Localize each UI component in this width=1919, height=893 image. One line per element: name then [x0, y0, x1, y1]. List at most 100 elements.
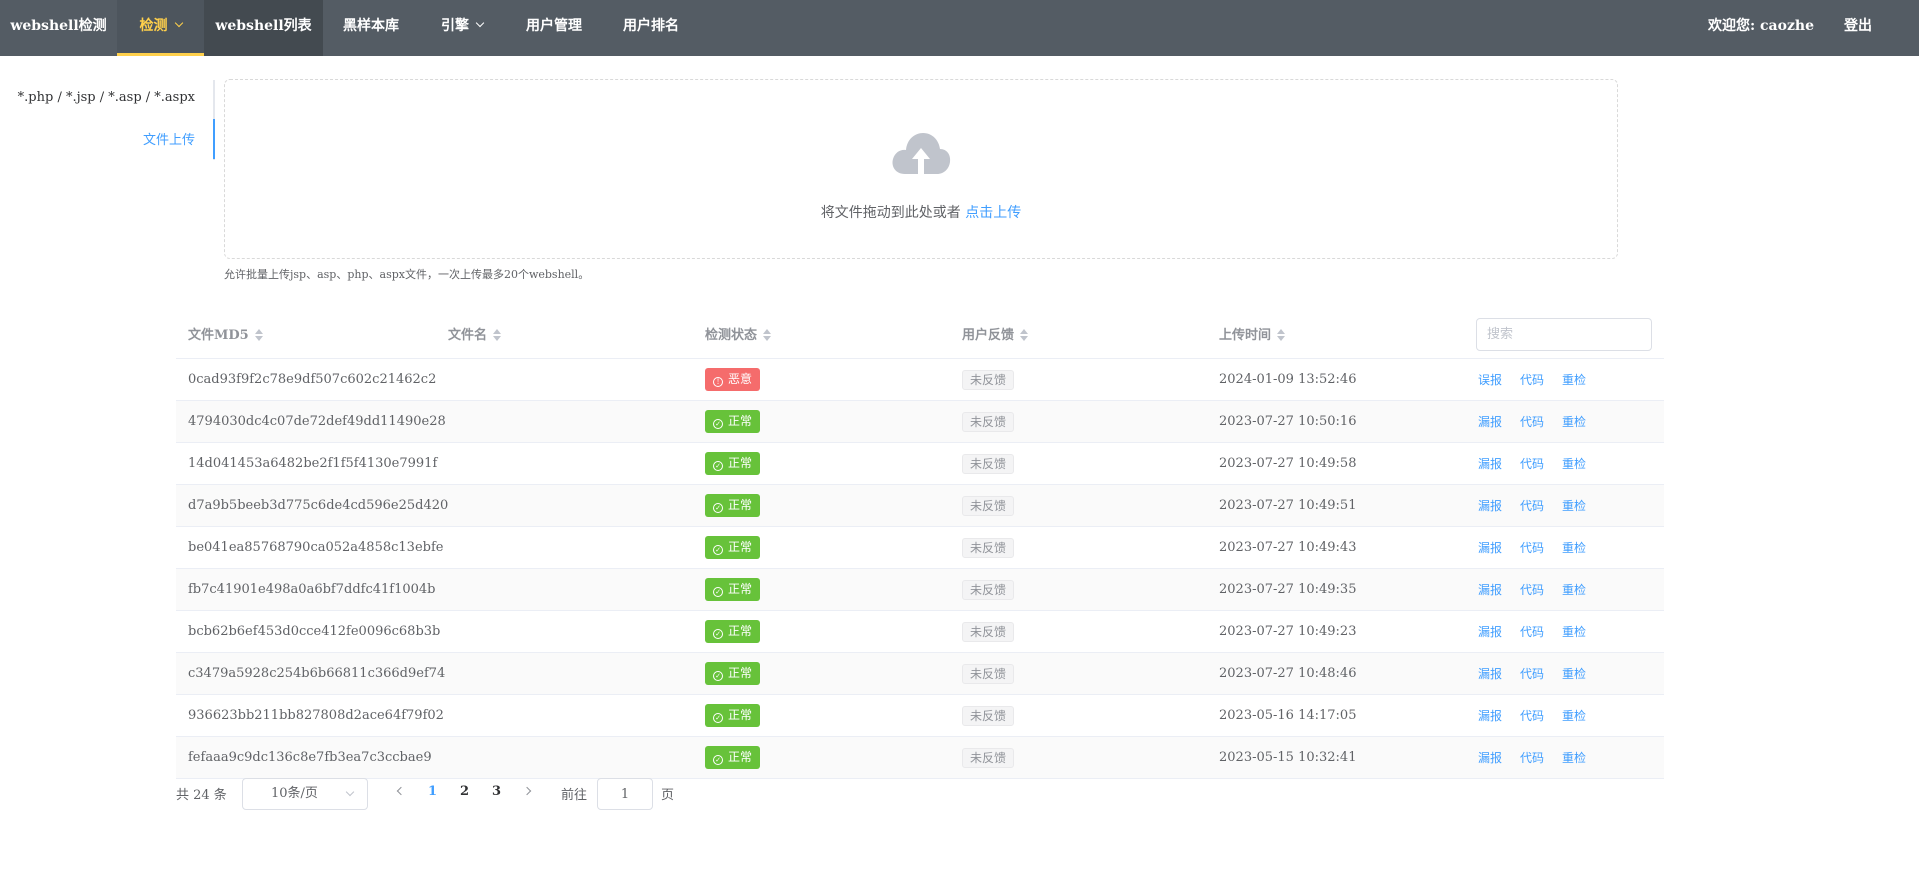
sort-icon[interactable]: [1020, 328, 1029, 341]
report-button[interactable]: 漏报: [1478, 611, 1502, 653]
page-size-select[interactable]: 10条/页: [242, 778, 368, 810]
cell-upload-time: 2023-07-27 10:49:58: [1219, 456, 1357, 471]
recheck-button[interactable]: 重检: [1562, 527, 1586, 569]
header-label: 文件MD5: [188, 328, 249, 343]
nav-item-label: webshell检测: [10, 18, 107, 34]
nav-item-detect[interactable]: 检测: [117, 0, 204, 56]
nav-item-user-management[interactable]: 用户管理: [505, 0, 603, 56]
status-badge: ✓ 正常: [705, 746, 761, 769]
click-upload-link[interactable]: 点击上传: [965, 205, 1021, 221]
code-button[interactable]: 代码: [1520, 443, 1544, 485]
status-label: 正常: [728, 708, 753, 722]
nav-item-user-ranking[interactable]: 用户排名: [603, 0, 699, 56]
status-label: 正常: [728, 456, 753, 470]
search-input[interactable]: [1476, 318, 1652, 351]
column-header-status[interactable]: 检测状态: [705, 324, 772, 343]
code-button[interactable]: 代码: [1520, 653, 1544, 695]
code-button[interactable]: 代码: [1520, 401, 1544, 443]
status-label: 正常: [728, 666, 753, 680]
column-header-filename[interactable]: 文件名: [448, 324, 502, 343]
sort-icon[interactable]: [1277, 328, 1286, 341]
cell-upload-time: 2023-05-15 10:32:41: [1219, 750, 1357, 765]
recheck-button[interactable]: 重检: [1562, 569, 1586, 611]
feedback-badge: 未反馈: [962, 454, 1015, 474]
status-badge: ✓ 正常: [705, 452, 761, 475]
check-circle-icon: ✓: [713, 545, 723, 555]
welcome-label: 欢迎您: caozhe: [1707, 18, 1814, 34]
cell-upload-time: 2023-07-27 10:49:35: [1219, 582, 1357, 597]
upload-instructions: 将文件拖动到此处或者 点击上传: [225, 202, 1617, 222]
nav-item-engine[interactable]: 引擎: [419, 0, 505, 56]
page-number-3[interactable]: 3: [492, 784, 501, 799]
page-number-1[interactable]: 1: [428, 784, 437, 799]
column-header-feedback[interactable]: 用户反馈: [962, 324, 1029, 343]
code-button[interactable]: 代码: [1520, 527, 1544, 569]
recheck-button[interactable]: 重检: [1562, 401, 1586, 443]
check-circle-icon: ✓: [713, 461, 723, 471]
sort-icon[interactable]: [763, 328, 772, 341]
recheck-button[interactable]: 重检: [1562, 359, 1586, 401]
table-row: bcb62b6ef453d0cce412fe0096c68b3b ✓ 正常 未反馈 20…: [176, 611, 1664, 653]
code-button[interactable]: 代码: [1520, 359, 1544, 401]
chevron-down-icon: [345, 787, 355, 797]
report-button[interactable]: 漏报: [1478, 485, 1502, 527]
nav-item-black-samples[interactable]: 黑样本库: [323, 0, 419, 56]
side-tab-file-upload[interactable]: 文件上传: [143, 129, 195, 148]
cell-md5: 0cad93f9f2c78e9df507c602c21462c2: [188, 372, 437, 387]
status-label: 正常: [728, 624, 753, 638]
nav-item-webshell-list[interactable]: webshell列表: [204, 0, 323, 56]
feedback-badge: 未反馈: [962, 664, 1015, 684]
feedback-badge: 未反馈: [962, 538, 1015, 558]
report-button[interactable]: 漏报: [1478, 695, 1502, 737]
nav-item-webshell-detect[interactable]: webshell检测: [0, 0, 117, 56]
cloud-upload-icon: [892, 133, 951, 174]
column-header-md5[interactable]: 文件MD5: [188, 324, 263, 343]
code-button[interactable]: 代码: [1520, 695, 1544, 737]
cell-md5: d7a9b5beeb3d775c6de4cd596e25d420: [188, 498, 449, 513]
code-button[interactable]: 代码: [1520, 485, 1544, 527]
status-label: 正常: [728, 582, 753, 596]
table-row: 14d041453a6482be2f1f5f4130e7991f ✓ 正常 未反馈 20…: [176, 443, 1664, 485]
report-button[interactable]: 漏报: [1478, 401, 1502, 443]
cell-upload-time: 2023-07-27 10:48:46: [1219, 666, 1357, 681]
cell-md5: c3479a5928c254b6b66811c366d9ef74: [188, 666, 446, 681]
goto-unit-label: 页: [661, 788, 675, 803]
next-page-icon[interactable]: [522, 786, 532, 796]
status-badge: ✓ 正常: [705, 620, 761, 643]
cell-md5: bcb62b6ef453d0cce412fe0096c68b3b: [188, 624, 441, 639]
table-row: 0cad93f9f2c78e9df507c602c21462c2! 恶意 未反馈 20…: [176, 359, 1664, 401]
feedback-badge: 未反馈: [962, 706, 1015, 726]
report-button[interactable]: 漏报: [1478, 569, 1502, 611]
prev-page-icon[interactable]: [396, 786, 406, 796]
recheck-button[interactable]: 重检: [1562, 695, 1586, 737]
nav-item-label: 黑样本库: [343, 18, 399, 34]
check-circle-icon: ✓: [713, 629, 723, 639]
sort-icon[interactable]: [493, 328, 502, 341]
feedback-badge: 未反馈: [962, 580, 1015, 600]
report-button[interactable]: 误报: [1478, 359, 1502, 401]
cell-upload-time: 2023-05-16 14:17:05: [1219, 708, 1357, 723]
recheck-button[interactable]: 重检: [1562, 611, 1586, 653]
column-header-upload-time[interactable]: 上传时间: [1219, 324, 1286, 343]
report-button[interactable]: 漏报: [1478, 443, 1502, 485]
report-button[interactable]: 漏报: [1478, 737, 1502, 779]
goto-page-input[interactable]: [597, 778, 653, 810]
side-tab-file-types[interactable]: *.php / *.jsp / *.asp / *.aspx: [18, 90, 195, 105]
sort-icon[interactable]: [254, 328, 263, 341]
cell-md5: fefaaa9c9dc136c8e7fb3ea7c3ccbae9: [188, 750, 432, 765]
recheck-button[interactable]: 重检: [1562, 485, 1586, 527]
recheck-button[interactable]: 重检: [1562, 443, 1586, 485]
table-row: c3479a5928c254b6b66811c366d9ef74 ✓ 正常 未反馈 20…: [176, 653, 1664, 695]
code-button[interactable]: 代码: [1520, 569, 1544, 611]
page-number-2[interactable]: 2: [460, 784, 469, 799]
code-button[interactable]: 代码: [1520, 737, 1544, 779]
report-button[interactable]: 漏报: [1478, 653, 1502, 695]
code-button[interactable]: 代码: [1520, 611, 1544, 653]
upload-dropzone[interactable]: 将文件拖动到此处或者 点击上传: [224, 79, 1618, 259]
logout-label: 登出: [1844, 18, 1872, 34]
report-button[interactable]: 漏报: [1478, 527, 1502, 569]
recheck-button[interactable]: 重检: [1562, 653, 1586, 695]
recheck-button[interactable]: 重检: [1562, 737, 1586, 779]
nav-item-label: webshell列表: [215, 18, 312, 34]
logout-button[interactable]: 登出: [1820, 0, 1896, 56]
